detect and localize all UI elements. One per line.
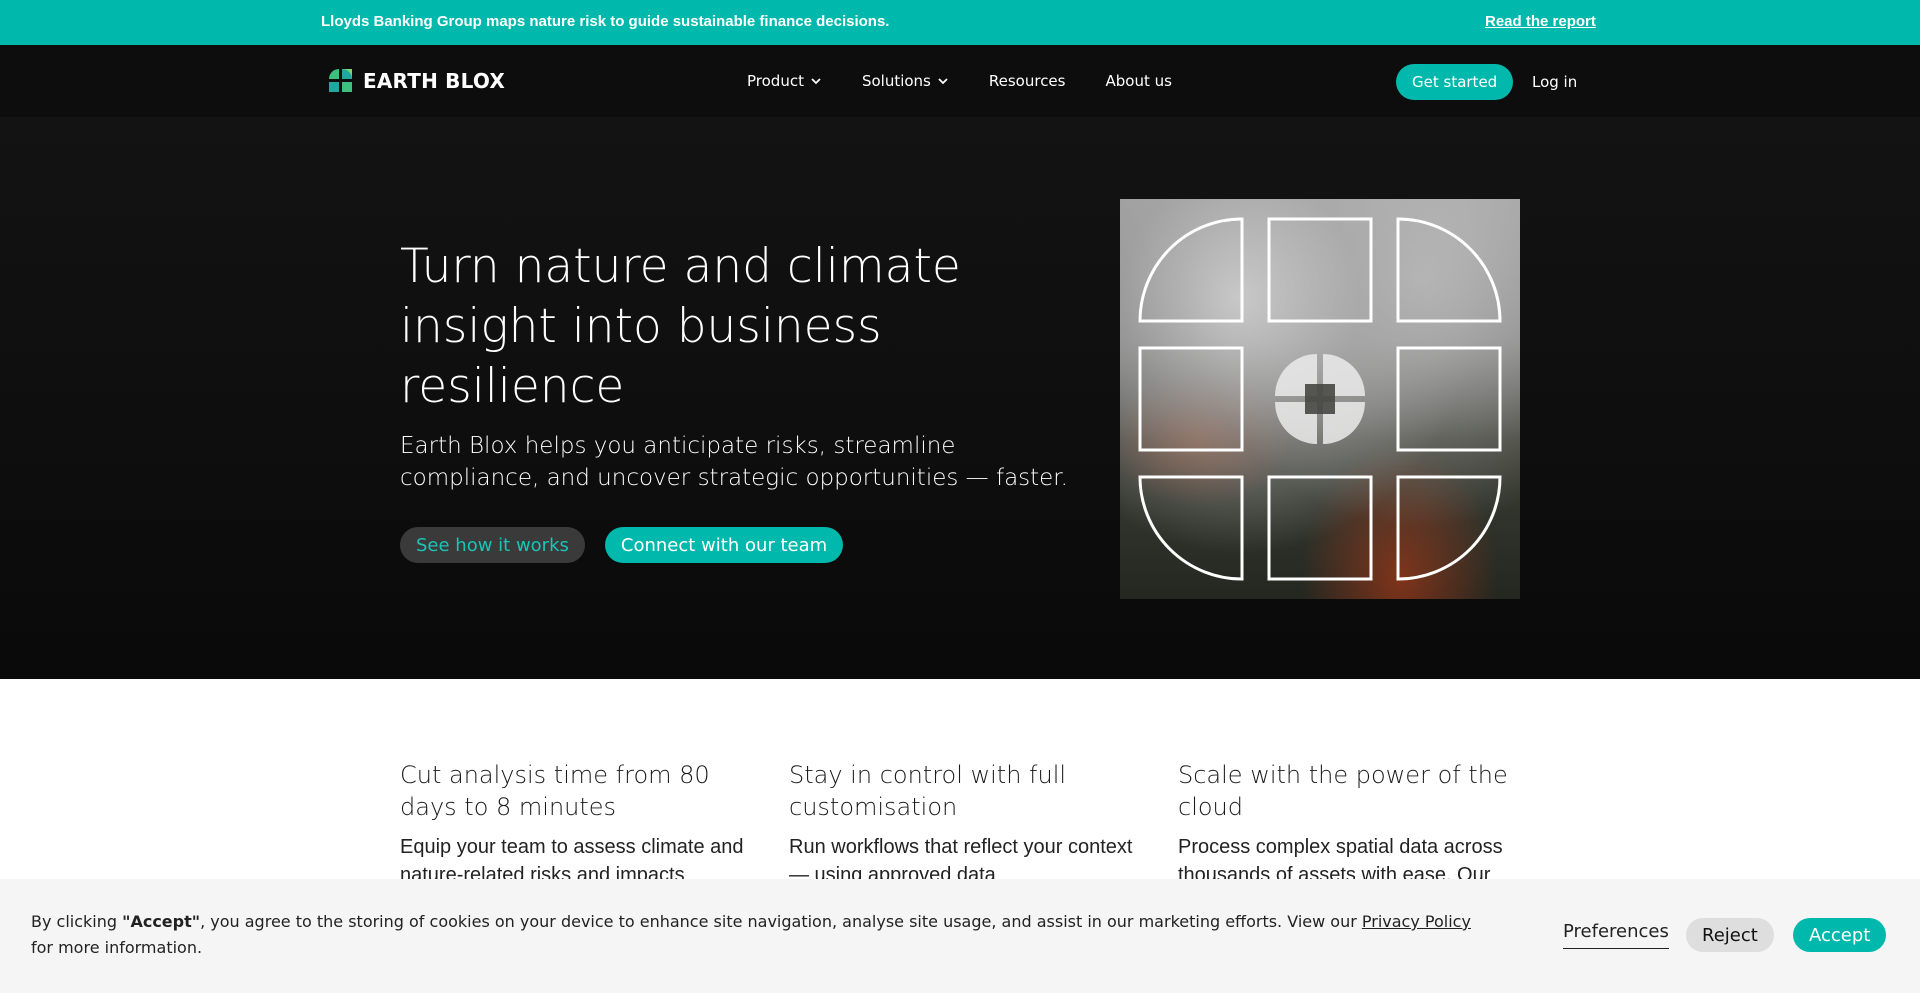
see-how-it-works-button[interactable]: See how it works [400,527,585,563]
login-link[interactable]: Log in [1532,73,1577,91]
feature-title: Cut analysis time from 80 days to 8 minu… [400,761,710,821]
nav-product[interactable]: Product [747,72,822,90]
main-nav: EARTH BLOX Product Solutions Resources A… [0,45,1920,117]
nav-about-us[interactable]: About us [1105,72,1171,90]
nav-about-label: About us [1105,72,1172,90]
hero-title: Turn nature and climate insight into bus… [400,239,961,414]
feature-title: Scale with the power of the cloud [1178,761,1508,821]
chevron-down-icon [938,78,948,85]
nav-resources-label: Resources [988,72,1066,90]
connect-with-team-button[interactable]: Connect with our team [604,527,844,563]
nav-product-label: Product [747,72,804,90]
feature-card: Cut analysis time from 80 days to 8 minu… [400,759,750,889]
feature-title: Stay in control with full customisation [789,761,1067,821]
feature-card: Stay in control with full customisation … [789,759,1139,889]
cookie-suffix: for more information. [31,938,203,957]
nav-solutions[interactable]: Solutions [862,72,949,90]
features-section: Cut analysis time from 80 days to 8 minu… [0,679,1920,886]
earth-blox-logo-icon [329,69,352,92]
privacy-policy-link[interactable]: Privacy Policy [1362,912,1471,931]
accept-button[interactable]: Accept [1793,918,1887,952]
grid-logo-overlay-icon [1138,217,1502,581]
cookie-prefix: By clicking [31,912,123,931]
preferences-button[interactable]: Preferences [1563,921,1669,949]
logo[interactable]: EARTH BLOX [327,67,505,95]
get-started-button[interactable]: Get started [1396,64,1514,100]
cookie-middle: , you agree to the storing of cookies on… [200,912,1362,931]
chevron-down-icon [811,78,821,85]
hero-section: Turn nature and climate insight into bus… [0,117,1920,679]
nav-solutions-label: Solutions [861,72,931,90]
hero-buttons: See how it works Connect with our team [400,527,844,563]
hero-image [1120,199,1520,599]
logo-text: EARTH BLOX [363,69,505,93]
cookie-banner: By clicking "Accept", you agree to the s… [0,879,1920,993]
cookie-message: By clicking "Accept", you agree to the s… [31,909,1491,961]
hero-subtitle: Earth Blox helps you anticipate risks, s… [400,433,1068,491]
nav-links: Product Solutions Resources About us [747,45,1172,117]
nav-resources[interactable]: Resources [989,72,1066,90]
announcement-text: Lloyds Banking Group maps nature risk to… [321,13,890,30]
reject-button[interactable]: Reject [1686,918,1774,952]
read-report-link[interactable]: Read the report [1485,13,1596,30]
cookie-accept-word: "Accept" [122,912,201,931]
feature-card: Scale with the power of the cloud Proces… [1178,759,1528,889]
announcement-bar: Lloyds Banking Group maps nature risk to… [0,0,1920,45]
